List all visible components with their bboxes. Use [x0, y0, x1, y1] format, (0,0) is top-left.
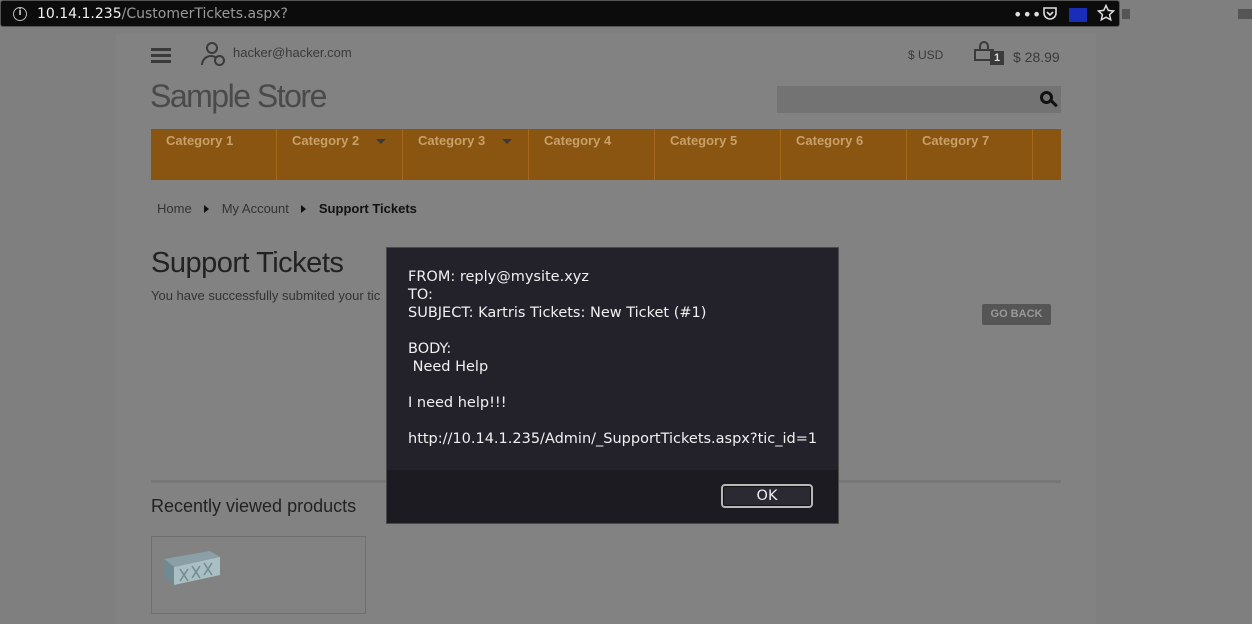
category-label: Category 1: [166, 133, 234, 148]
bookmark-star-icon[interactable]: [1096, 3, 1116, 26]
breadcrumb-my-account[interactable]: My Account: [222, 201, 289, 216]
cart-count-badge: 1: [990, 51, 1004, 65]
user-account-icon[interactable]: [201, 42, 225, 68]
category-label: Category 2: [292, 133, 360, 148]
dropdown-arrow-icon[interactable]: [502, 139, 512, 144]
category-label: Category 7: [922, 133, 990, 148]
category-item-6[interactable]: Category 6: [781, 129, 907, 180]
breadcrumb-arrow-icon: [300, 204, 306, 213]
dialog-line: I need help!!!: [408, 395, 507, 411]
dialog-line: http://10.14.1.235/Admin/_SupportTickets…: [408, 431, 818, 447]
category-nav: Category 1 Category 2 Category 3 Categor…: [151, 129, 1061, 180]
store-logo[interactable]: Sample Store: [150, 78, 327, 115]
address-bar[interactable]: i 10.14.1.235/CustomerTickets.aspx? •••: [0, 0, 1120, 27]
breadcrumb-home[interactable]: Home: [157, 201, 192, 216]
category-item-1[interactable]: Category 1: [151, 129, 277, 180]
category-label: Category 5: [670, 133, 738, 148]
extension-icon[interactable]: [1069, 7, 1087, 26]
more-icon[interactable]: •••: [1013, 5, 1041, 24]
go-back-button[interactable]: GO BACK: [982, 304, 1051, 325]
dialog-footer: OK: [387, 470, 838, 523]
currency-selector[interactable]: $ USD: [908, 48, 943, 62]
breadcrumb-current: Support Tickets: [318, 201, 417, 216]
toolbar-divider: [1122, 9, 1130, 19]
ok-button[interactable]: OK: [721, 484, 813, 508]
dialog-message: FROM: reply@mysite.xyz TO: SUBJECT: Kart…: [408, 268, 817, 448]
info-icon[interactable]: i: [13, 7, 27, 21]
cart-total[interactable]: $ 28.99: [1013, 49, 1060, 65]
dialog-line: FROM: reply@mysite.xyz: [408, 269, 589, 285]
dialog-line: [408, 322, 817, 340]
category-item-2[interactable]: Category 2: [277, 129, 403, 180]
url-text[interactable]: 10.14.1.235/CustomerTickets.aspx?: [37, 6, 288, 22]
dialog-line: [408, 412, 817, 430]
page-title: Support Tickets: [151, 247, 344, 279]
breadcrumb-arrow-icon: [203, 204, 209, 213]
category-label: Category 3: [418, 133, 486, 148]
category-item-5[interactable]: Category 5: [655, 129, 781, 180]
toolbar-right-area: [1121, 0, 1252, 27]
category-label: Category 4: [544, 133, 612, 148]
category-label: Category 6: [796, 133, 864, 148]
dialog-line: Need Help: [408, 359, 489, 375]
category-item-4[interactable]: Category 4: [529, 129, 655, 180]
dialog-line: SUBJECT: Kartris Tickets: New Ticket (#1…: [408, 305, 707, 321]
breadcrumb: Home My Account Support Tickets: [157, 201, 417, 216]
product-card[interactable]: [151, 536, 366, 614]
pocket-icon[interactable]: [1042, 6, 1058, 26]
category-item-7[interactable]: Category 7: [907, 129, 1033, 180]
dialog-line: [408, 376, 817, 394]
dialog-line: BODY:: [408, 341, 452, 357]
dropdown-arrow-icon[interactable]: [376, 139, 386, 144]
recently-viewed-title: Recently viewed products: [151, 496, 357, 516]
toolbar-overflow-icon[interactable]: [1238, 9, 1252, 19]
search-input[interactable]: [777, 86, 1061, 113]
alert-dialog: FROM: reply@mysite.xyz TO: SUBJECT: Kart…: [386, 247, 839, 524]
search-icon[interactable]: [1040, 91, 1058, 109]
dialog-line: TO:: [408, 287, 433, 303]
category-item-3[interactable]: Category 3: [403, 129, 529, 180]
user-email[interactable]: hacker@hacker.com: [233, 45, 352, 60]
product-image[interactable]: [160, 547, 224, 587]
hamburger-menu-icon[interactable]: [151, 48, 171, 66]
success-message: You have successfully submited your tic: [151, 288, 381, 303]
